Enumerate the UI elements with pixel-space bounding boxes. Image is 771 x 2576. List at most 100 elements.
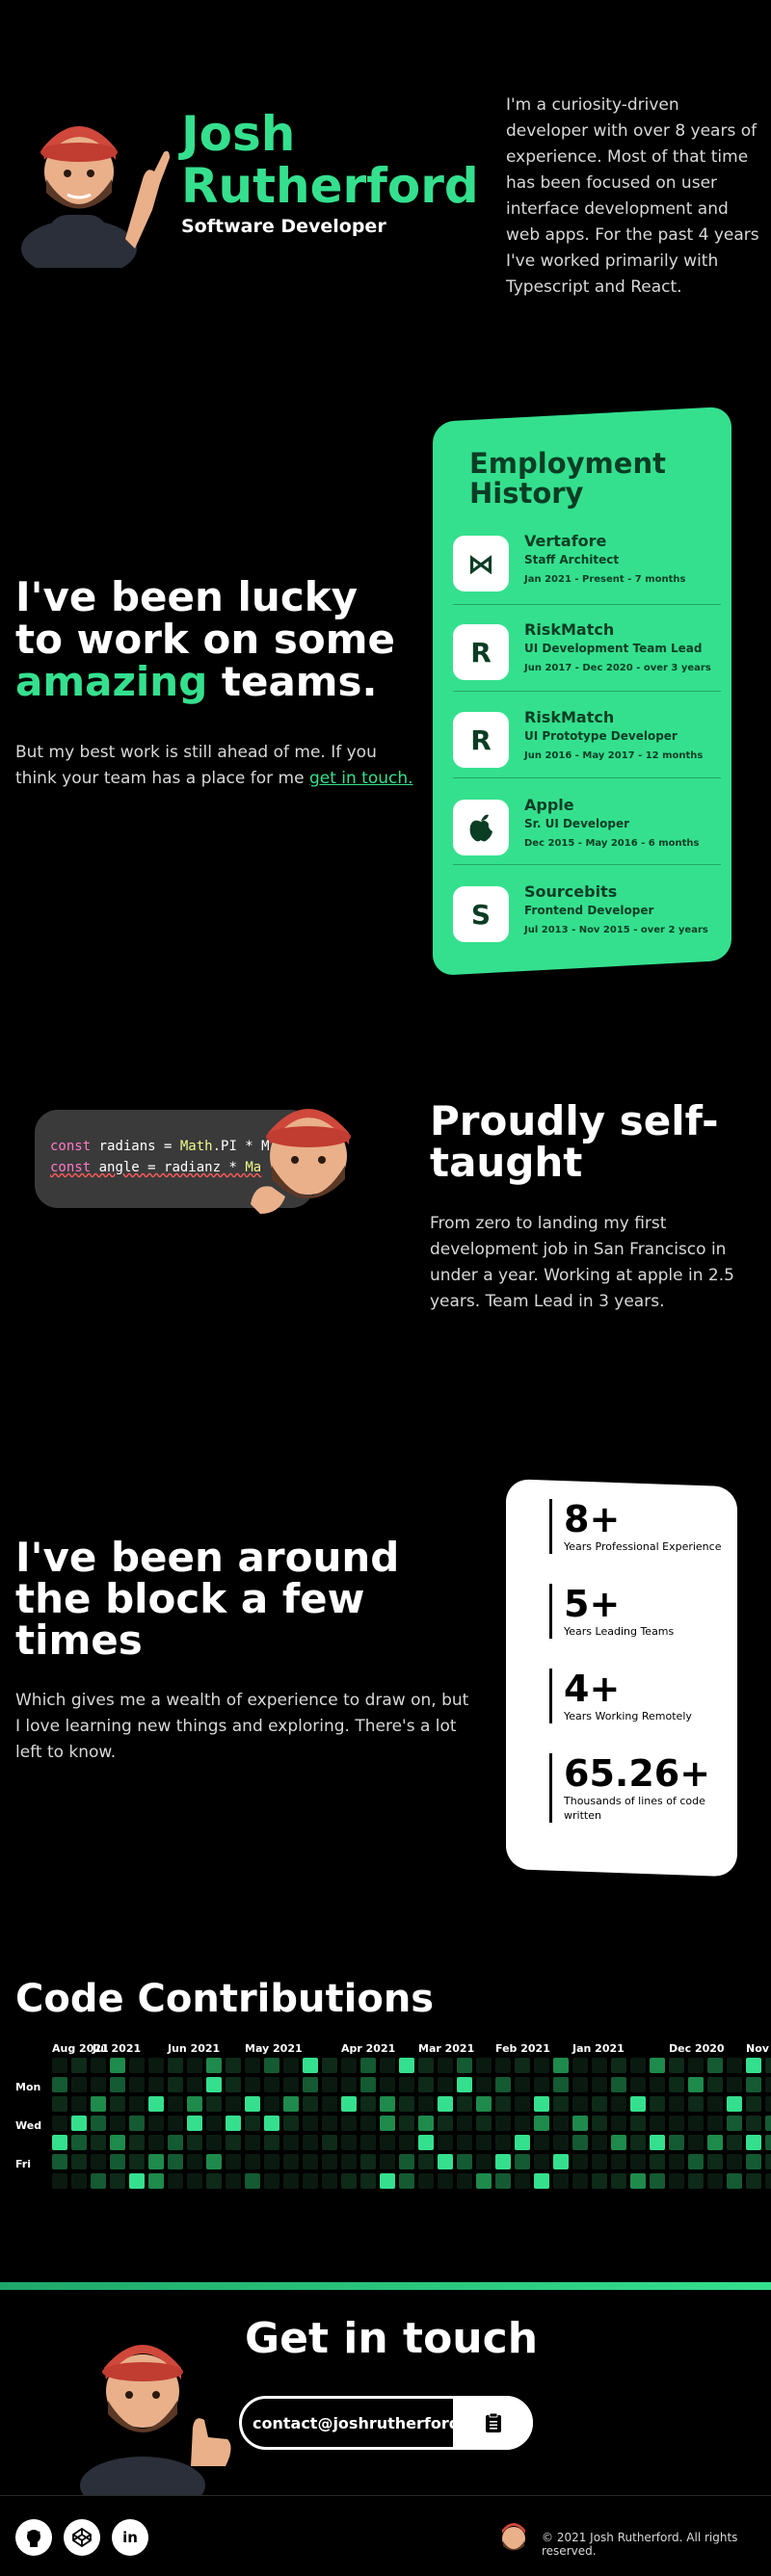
code-line-2: const angle = radianz * Ma xyxy=(50,1160,261,1175)
contribution-cell xyxy=(206,2077,222,2092)
contribution-cell xyxy=(226,2077,241,2092)
job-company: RiskMatch xyxy=(524,708,615,726)
experience-heading-line1: I've been around xyxy=(15,1534,400,1581)
contribution-cell xyxy=(707,2135,723,2150)
contribution-cell xyxy=(91,2173,106,2189)
contribution-cell xyxy=(534,2096,549,2112)
contribution-cell xyxy=(553,2173,569,2189)
contribution-cell xyxy=(515,2116,530,2131)
contribution-cell xyxy=(283,2135,299,2150)
contribution-cell xyxy=(245,2058,260,2073)
month-label: Nov 2 xyxy=(746,2042,771,2055)
contact-heading: Get in touch xyxy=(245,2314,539,2363)
contribution-cell xyxy=(457,2154,472,2169)
stat-item: 65.26+ Thousands of lines of code writte… xyxy=(549,1753,723,1823)
month-label: Jan 2021 xyxy=(572,2042,625,2055)
get-in-touch-link[interactable]: get in touch. xyxy=(309,769,413,788)
contribution-cell xyxy=(746,2173,761,2189)
contribution-cell xyxy=(52,2154,67,2169)
month-label: Mar 2021 xyxy=(418,2042,475,2055)
contribution-cell xyxy=(360,2135,376,2150)
job-company: RiskMatch xyxy=(524,620,615,639)
contribution-cell xyxy=(592,2135,607,2150)
contribution-cell xyxy=(283,2154,299,2169)
self-taught-heading: Proudly self-taught xyxy=(430,1097,719,1186)
contribution-cell xyxy=(245,2173,260,2189)
github-icon[interactable] xyxy=(15,2519,52,2556)
contribution-cell xyxy=(515,2077,530,2092)
contribution-cell xyxy=(52,2135,67,2150)
memoji-thumbs-up-avatar xyxy=(80,2345,231,2495)
contribution-cell xyxy=(187,2116,202,2131)
contribution-cell xyxy=(727,2096,742,2112)
contribution-cell xyxy=(380,2058,395,2073)
code-keyword: const xyxy=(50,1139,92,1154)
contribution-cell xyxy=(303,2077,318,2092)
employment-card-title-line2: History xyxy=(469,477,584,510)
contribution-cell xyxy=(168,2077,183,2092)
month-label: Jul 2021 xyxy=(93,2042,142,2055)
day-label: Wed xyxy=(15,2119,42,2132)
contribution-cell xyxy=(611,2058,626,2073)
contribution-cell xyxy=(206,2135,222,2150)
contribution-cell xyxy=(71,2096,87,2112)
job-company: Sourcebits xyxy=(524,882,618,901)
contribution-cell xyxy=(283,2096,299,2112)
contribution-cell xyxy=(515,2058,530,2073)
experience-subtext: Which gives me a wealth of experience to… xyxy=(15,1691,469,1762)
contribution-cell xyxy=(148,2135,164,2150)
contribution-cell xyxy=(52,2077,67,2092)
contribution-cell xyxy=(650,2116,665,2131)
day-label: Mon xyxy=(15,2081,41,2093)
contribution-cell xyxy=(727,2135,742,2150)
contribution-cell xyxy=(630,2058,646,2073)
stat-item: 4+ Years Working Remotely xyxy=(549,1669,723,1723)
contribution-cell xyxy=(91,2116,106,2131)
contribution-cell xyxy=(457,2173,472,2189)
codepen-icon[interactable] xyxy=(64,2519,100,2556)
contribution-cell xyxy=(476,2135,492,2150)
contribution-cell xyxy=(727,2058,742,2073)
code-keyword: const xyxy=(50,1160,92,1175)
contribution-cell xyxy=(727,2116,742,2131)
contribution-cell xyxy=(399,2116,414,2131)
code-line-1: const radians = Math.PI * M xyxy=(50,1139,270,1154)
job-divider xyxy=(453,691,721,692)
contribution-cell xyxy=(206,2116,222,2131)
contribution-cell xyxy=(168,2058,183,2073)
contribution-cell xyxy=(264,2116,279,2131)
contribution-cell xyxy=(572,2116,588,2131)
contribution-cell xyxy=(438,2116,453,2131)
contribution-cell xyxy=(341,2173,357,2189)
contribution-cell xyxy=(669,2077,684,2092)
contribution-cell xyxy=(129,2116,145,2131)
contribution-cell xyxy=(91,2135,106,2150)
stat-item: 8+ Years Professional Experience xyxy=(549,1499,723,1554)
contribution-cell xyxy=(553,2077,569,2092)
contribution-cell xyxy=(650,2077,665,2092)
stat-label: Thousands of lines of code written xyxy=(564,1795,705,1822)
contribution-cell xyxy=(572,2058,588,2073)
job-role: UI Prototype Developer xyxy=(524,729,678,743)
experience-heading-line3: times xyxy=(15,1617,143,1664)
linkedin-icon[interactable]: in xyxy=(112,2519,148,2556)
copy-email-button[interactable] xyxy=(453,2396,533,2450)
contribution-cell xyxy=(168,2096,183,2112)
contribution-cell xyxy=(476,2058,492,2073)
contribution-cell xyxy=(495,2096,511,2112)
contribution-cell xyxy=(110,2154,125,2169)
contribution-cell xyxy=(71,2116,87,2131)
contribution-cell xyxy=(380,2135,395,2150)
contribution-cell xyxy=(71,2058,87,2073)
contribution-cell xyxy=(187,2173,202,2189)
contribution-cell xyxy=(380,2154,395,2169)
contribution-cell xyxy=(650,2135,665,2150)
contribution-cell xyxy=(110,2116,125,2131)
contribution-cell xyxy=(495,2135,511,2150)
contribution-cell xyxy=(245,2154,260,2169)
contribution-cell xyxy=(650,2058,665,2073)
contribution-cell xyxy=(206,2154,222,2169)
contribution-cell xyxy=(71,2173,87,2189)
stat-number: 4+ xyxy=(564,1668,621,1710)
contribution-cell xyxy=(264,2058,279,2073)
